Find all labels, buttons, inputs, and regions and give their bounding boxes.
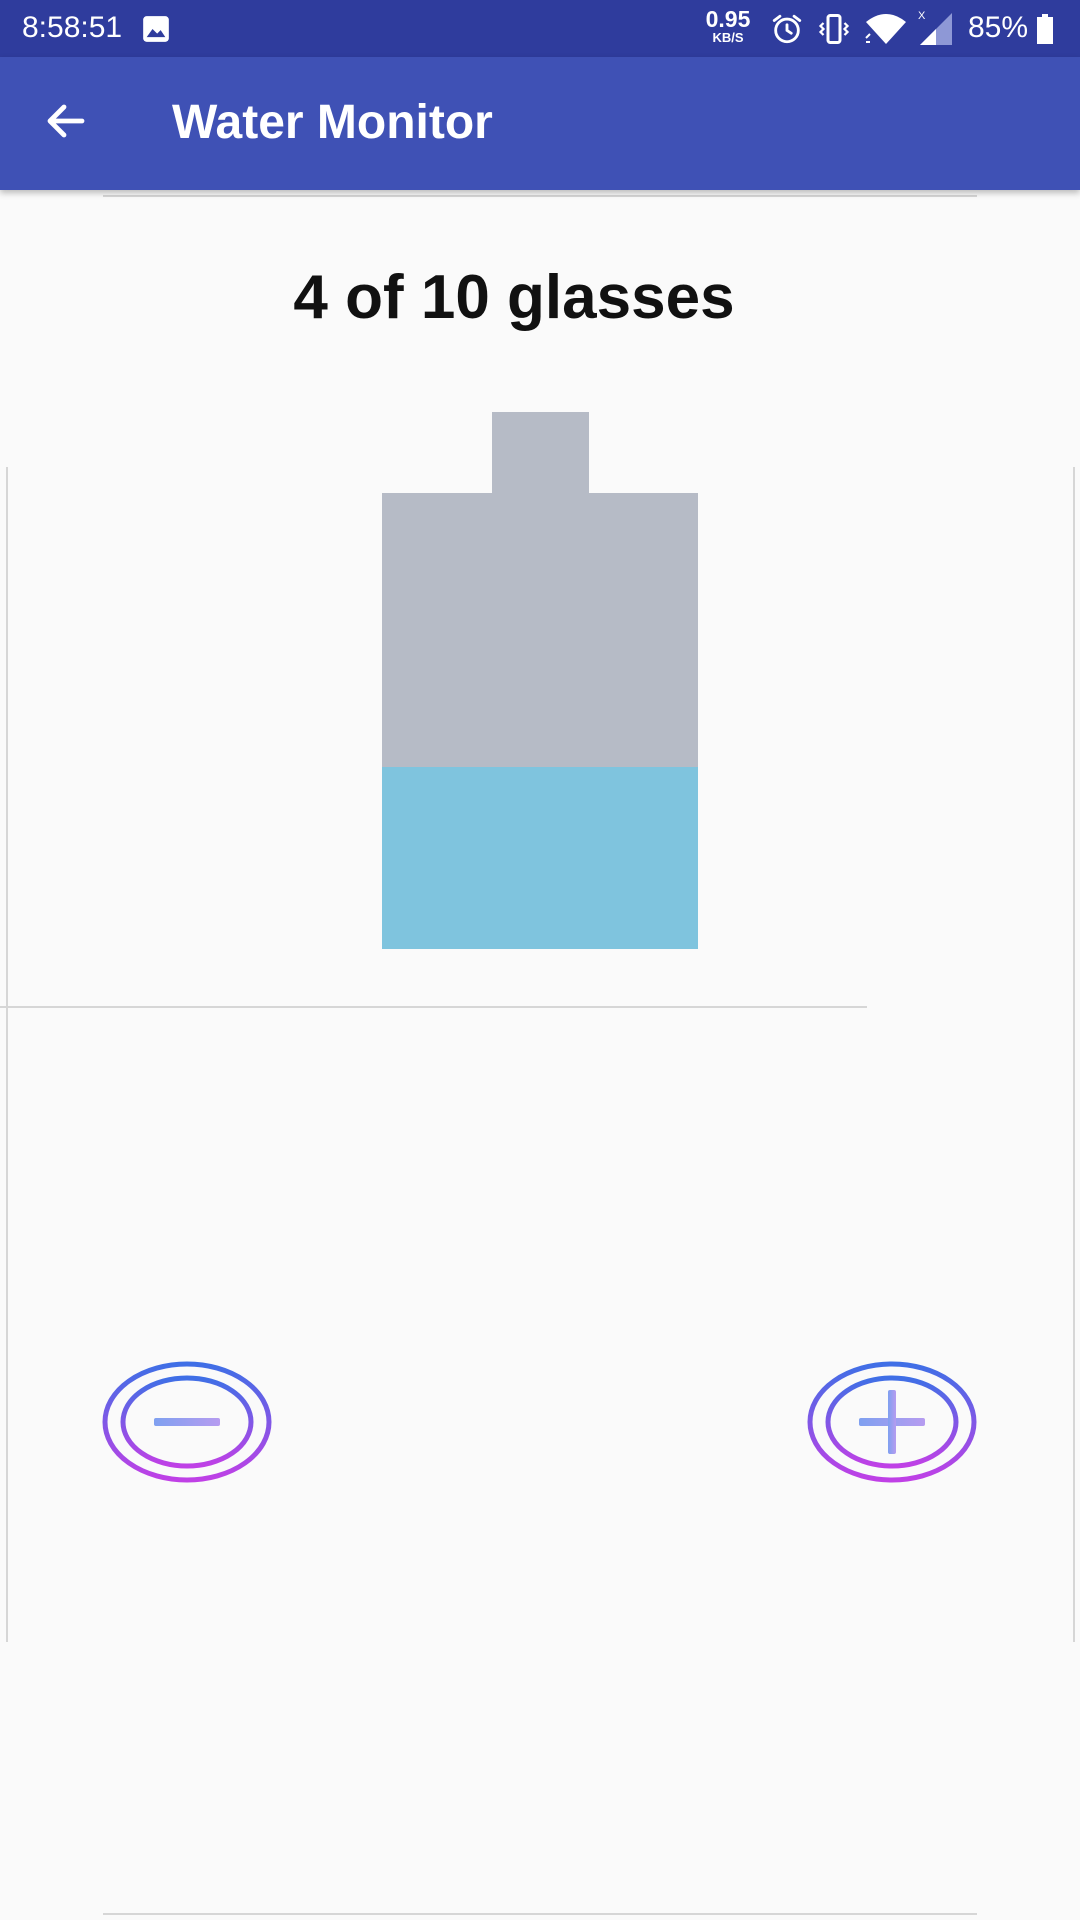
divider-left [6,467,8,1642]
divider-right [1073,467,1075,1642]
battery-percent: 85% [968,11,1029,44]
divider-bottom [103,1913,977,1915]
wifi-icon [864,12,908,46]
increase-button[interactable] [806,1357,978,1487]
water-monitor-screen: 8:58:51 0.95 KB/S X 85% Water Monitor 4 … [0,0,1080,1920]
glass-count-text: 4 of 10 glasses [293,263,735,332]
app-bar: Water Monitor [0,57,1080,190]
bottle-progress [382,493,698,949]
arrow-left-icon [42,97,90,150]
network-speed-unit: KB/S [712,30,744,45]
decrease-button[interactable] [101,1357,273,1487]
app-title: Water Monitor [172,96,493,149]
network-speed: 0.95 KB/S [700,7,756,45]
minus-circle-icon [102,1361,272,1483]
divider-middle [0,1006,867,1008]
plus-circle-icon [807,1361,977,1483]
vibrate-icon [816,11,852,47]
back-button[interactable] [24,85,108,161]
divider-top [103,195,977,197]
svg-text:X: X [918,10,926,22]
signal-icon: X [916,9,954,47]
battery-icon [1036,14,1054,44]
alarm-icon [770,12,804,46]
bottle-cap [492,412,589,493]
network-speed-value: 0.95 [705,6,751,32]
status-bar: 8:58:51 0.95 KB/S X 85% [0,0,1080,57]
image-icon [142,15,170,43]
bottle-water-fill [382,766,698,949]
status-time: 8:58:51 [22,11,123,44]
